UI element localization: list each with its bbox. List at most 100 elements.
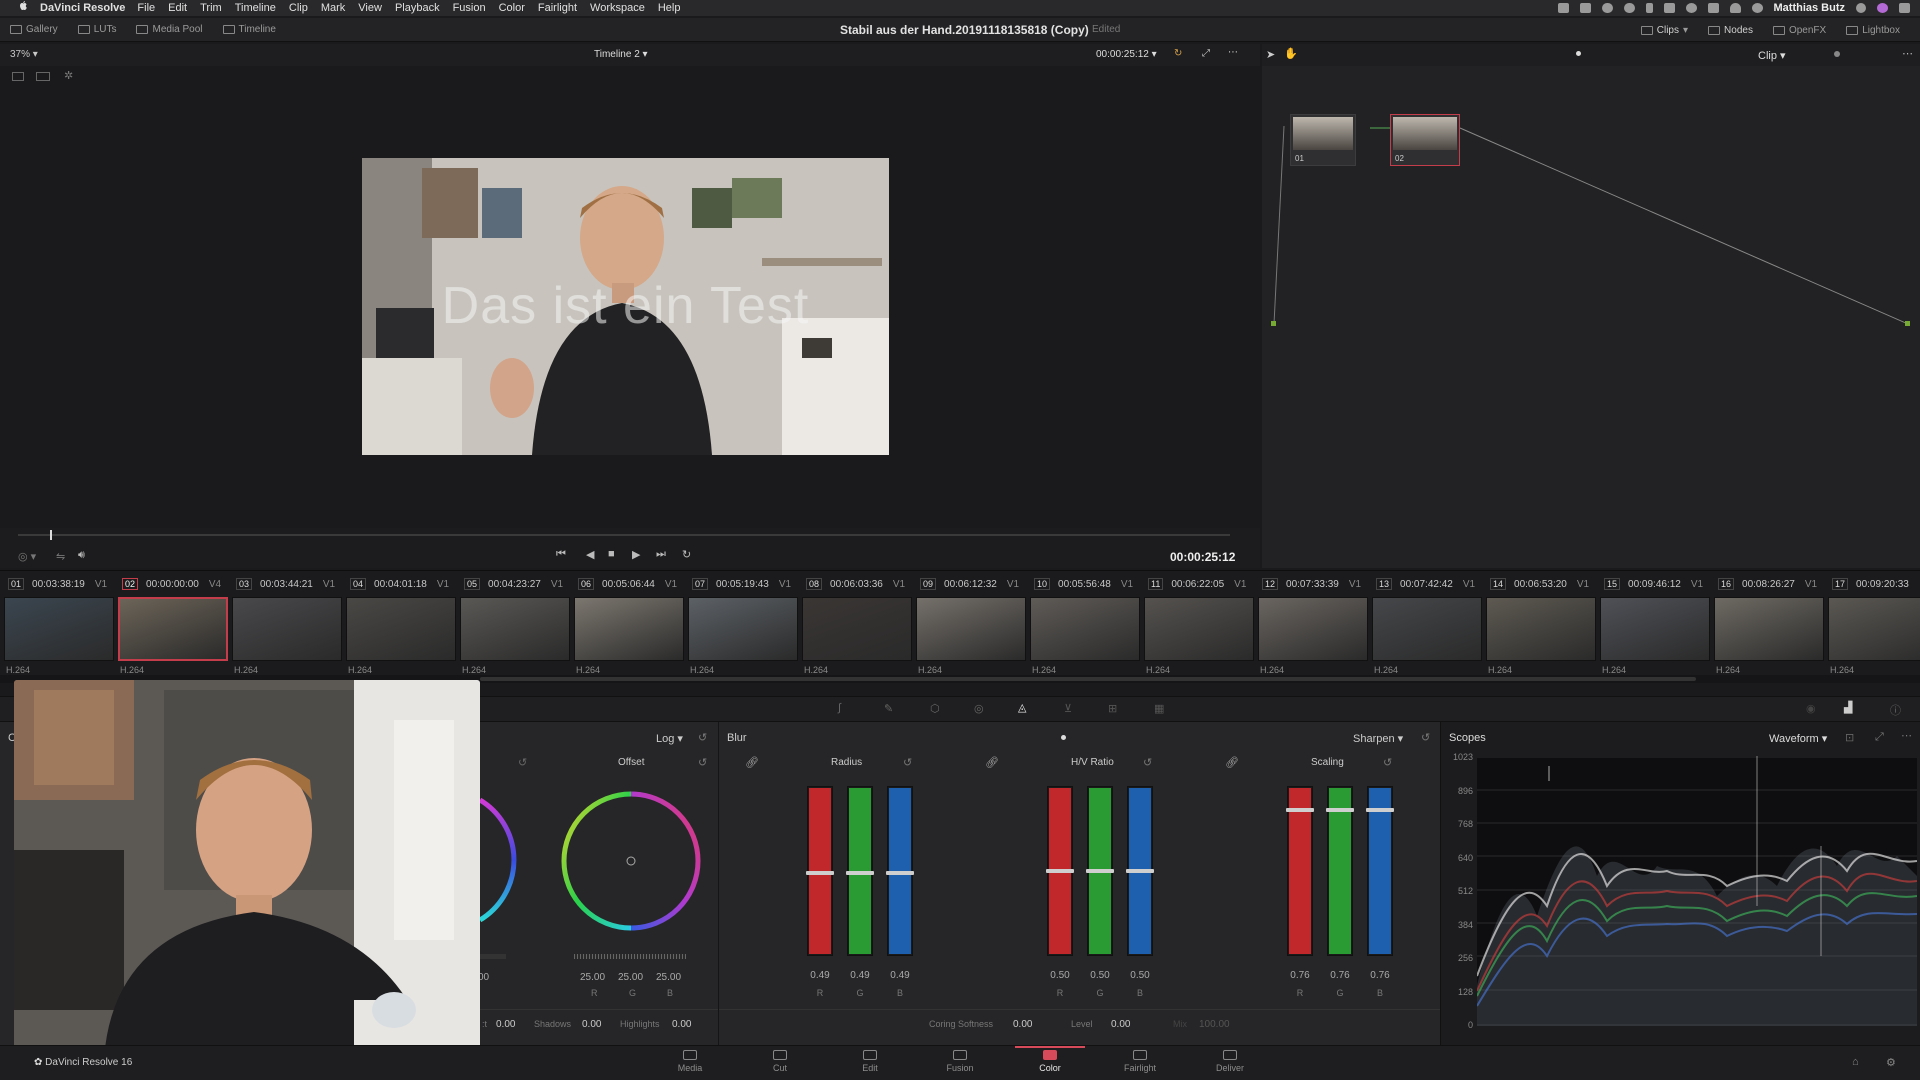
- strip-scrollbar-thumb[interactable]: [480, 677, 1696, 681]
- shadows-value[interactable]: 0.00: [582, 1019, 601, 1030]
- toggle-icon[interactable]: [1623, 3, 1635, 13]
- blur-channel-value[interactable]: 0.50: [1085, 970, 1115, 981]
- clip-thumbnail[interactable]: [1258, 597, 1368, 661]
- bluetooth-icon[interactable]: [1645, 3, 1653, 13]
- lightbox-button[interactable]: Lightbox: [1836, 18, 1910, 42]
- hand-icon[interactable]: ✋: [1284, 47, 1298, 60]
- notification-icon[interactable]: [1899, 3, 1910, 13]
- home-icon[interactable]: ⌂: [1852, 1056, 1859, 1068]
- page-tab-color[interactable]: Color: [1015, 1046, 1085, 1073]
- wifi-icon[interactable]: [1729, 3, 1741, 13]
- blur-channel-slider[interactable]: [1046, 786, 1074, 956]
- key-icon[interactable]: ⊻: [1064, 702, 1072, 715]
- offset-master-slider[interactable]: [574, 954, 686, 959]
- highlight-dot[interactable]: [1834, 51, 1840, 57]
- page-tab-edit[interactable]: Edit: [835, 1050, 905, 1073]
- more-icon[interactable]: ⋯: [1228, 47, 1238, 58]
- wheel-reset-icon[interactable]: ↺: [698, 731, 707, 744]
- blur-channel-handle[interactable]: [806, 870, 834, 875]
- clip-thumbnail[interactable]: [118, 597, 228, 661]
- scopes-toggle-icon[interactable]: ▟: [1844, 701, 1852, 714]
- play-icon[interactable]: ▶: [632, 548, 640, 561]
- screen-icon[interactable]: [1557, 3, 1569, 13]
- menu-help[interactable]: Help: [658, 2, 681, 14]
- openfx-button[interactable]: OpenFX: [1763, 18, 1836, 42]
- offset-g-value[interactable]: 25.00: [618, 972, 643, 983]
- motion-icon[interactable]: ◉: [1806, 702, 1816, 715]
- blur-channel-handle[interactable]: [1366, 807, 1394, 812]
- menu-timeline[interactable]: Timeline: [235, 2, 276, 14]
- luts-button[interactable]: LUTs: [68, 18, 127, 42]
- blur-link-icon[interactable]: 🔗︎: [1225, 756, 1239, 769]
- loop-icon[interactable]: ↻: [1174, 48, 1182, 59]
- play-reverse-icon[interactable]: ◀: [586, 548, 594, 561]
- clip-thumbnail[interactable]: [1828, 597, 1920, 661]
- pointer-icon[interactable]: ➤: [1266, 48, 1275, 61]
- clip-thumbnail[interactable]: [1144, 597, 1254, 661]
- sync-icon[interactable]: ⇋: [56, 550, 65, 563]
- scrubber-track[interactable]: [18, 534, 1230, 536]
- blur-channel-value[interactable]: 0.49: [885, 970, 915, 981]
- clip-thumbnail[interactable]: [574, 597, 684, 661]
- video-frame[interactable]: Das ist ein Test: [362, 158, 889, 455]
- timeline-button[interactable]: Timeline: [213, 18, 286, 42]
- blur-channel-handle[interactable]: [1326, 807, 1354, 812]
- blur-channel-slider[interactable]: [806, 786, 834, 956]
- blur-channel-handle[interactable]: [1086, 869, 1114, 874]
- menu-clip[interactable]: Clip: [289, 2, 308, 14]
- user-name[interactable]: Matthias Butz: [1774, 2, 1846, 14]
- blur-icon[interactable]: ◬: [1018, 701, 1026, 714]
- menu-trim[interactable]: Trim: [200, 2, 222, 14]
- offset-reset-icon[interactable]: ↺: [698, 756, 707, 769]
- audio-icon[interactable]: [1663, 3, 1675, 13]
- mix-value[interactable]: 100.00: [1199, 1019, 1230, 1030]
- user-icon[interactable]: [1751, 3, 1763, 13]
- blur-channel-value[interactable]: 0.50: [1045, 970, 1075, 981]
- settings-icon[interactable]: ⚙: [1886, 1056, 1896, 1069]
- clip-thumbnail[interactable]: [916, 597, 1026, 661]
- clip-thumbnail[interactable]: [1030, 597, 1140, 661]
- wheel-mode-select[interactable]: Log ▾: [656, 732, 683, 745]
- viewer-mode-icon[interactable]: [12, 72, 24, 81]
- blur-channel-handle[interactable]: [1286, 807, 1314, 812]
- sparkle-icon[interactable]: ✲: [64, 69, 73, 82]
- menu-fairlight[interactable]: Fairlight: [538, 2, 577, 14]
- blur-channel-value[interactable]: 0.49: [805, 970, 835, 981]
- blur-group-reset-icon[interactable]: ↺: [1383, 756, 1392, 769]
- node-editor[interactable]: 01 02: [1262, 66, 1920, 568]
- info-icon[interactable]: ⓘ: [1890, 702, 1901, 718]
- menu-edit[interactable]: Edit: [168, 2, 187, 14]
- bottom-first-value[interactable]: 0.00: [496, 1019, 515, 1030]
- menu-file[interactable]: File: [137, 2, 155, 14]
- blur-channel-slider[interactable]: [1286, 786, 1314, 956]
- blur-channel-value[interactable]: 0.76: [1325, 970, 1355, 981]
- offset-b-value[interactable]: 25.00: [656, 972, 681, 983]
- search-icon[interactable]: [1856, 3, 1866, 13]
- viewer-options-icon[interactable]: ◎ ▾: [18, 550, 36, 563]
- clip-thumbnail[interactable]: [1600, 597, 1710, 661]
- timeline-select[interactable]: Timeline 2 ▾: [594, 49, 648, 60]
- playhead[interactable]: [50, 530, 52, 540]
- page-tab-cut[interactable]: Cut: [745, 1050, 815, 1073]
- gallery-button[interactable]: Gallery: [0, 18, 68, 42]
- blur-channel-slider[interactable]: [1086, 786, 1114, 956]
- blur-channel-handle[interactable]: [1126, 869, 1154, 874]
- media-pool-button[interactable]: Media Pool: [126, 18, 212, 42]
- clip-thumbnail[interactable]: [4, 597, 114, 661]
- blur-group-reset-icon[interactable]: ↺: [1143, 756, 1152, 769]
- blur-panel-reset-icon[interactable]: ↺: [1421, 731, 1430, 744]
- blur-group-reset-icon[interactable]: ↺: [903, 756, 912, 769]
- curves-icon[interactable]: ∫: [838, 702, 841, 714]
- blur-channel-slider[interactable]: [1326, 786, 1354, 956]
- highlights-value[interactable]: 0.00: [672, 1019, 691, 1030]
- apple-icon[interactable]: [14, 1, 32, 15]
- window-icon[interactable]: ⬡: [930, 702, 940, 715]
- offset-r-value[interactable]: 25.00: [580, 972, 605, 983]
- blur-channel-handle[interactable]: [886, 870, 914, 875]
- page-tab-media[interactable]: Media: [655, 1050, 725, 1073]
- menu-view[interactable]: View: [358, 2, 382, 14]
- zoom-select[interactable]: 37% ▾: [10, 49, 38, 60]
- scope-more-icon[interactable]: ⋯: [1901, 729, 1912, 742]
- clip-thumbnail[interactable]: [1372, 597, 1482, 661]
- qualifier-icon[interactable]: ✎: [884, 702, 893, 715]
